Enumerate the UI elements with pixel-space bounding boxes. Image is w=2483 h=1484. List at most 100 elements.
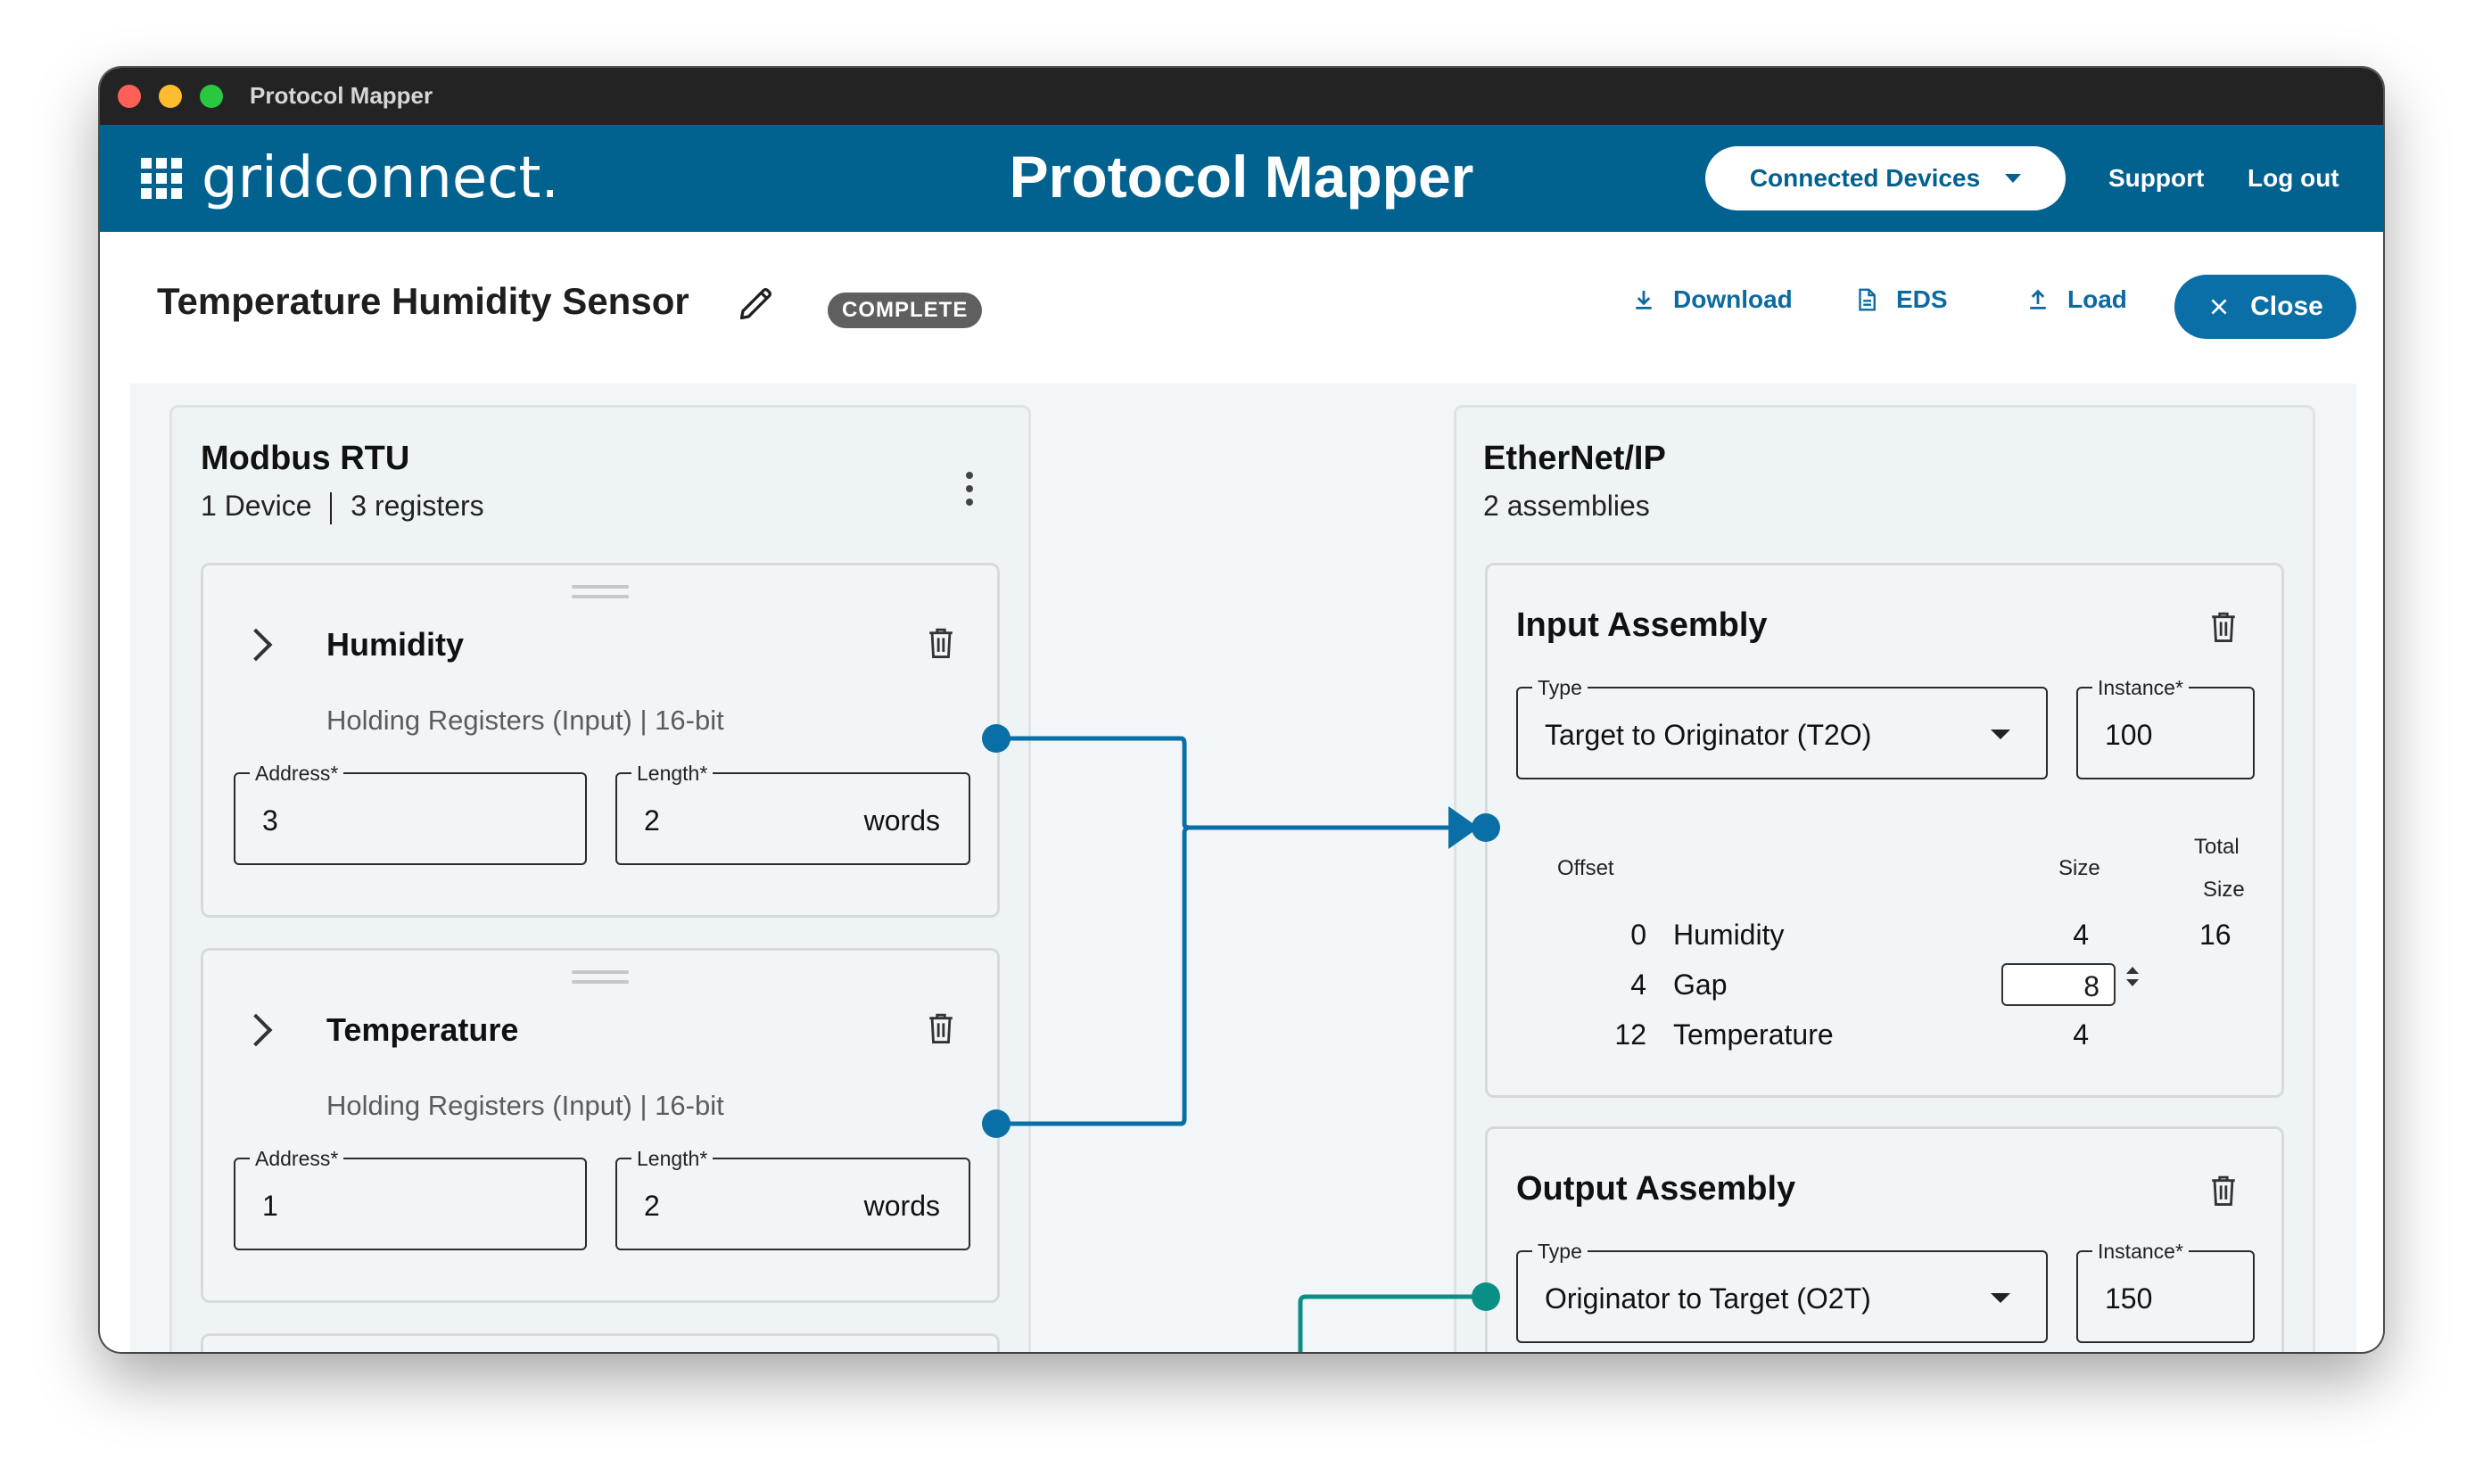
address-field[interactable]: Address* 1 xyxy=(234,1147,587,1250)
app-window: Protocol Mapper gridconnect. Protocol Ma… xyxy=(100,68,2383,1352)
row-offset: 0 xyxy=(1630,919,1646,951)
length-field-label: Length* xyxy=(631,762,714,786)
modbus-register-count: 3 registers xyxy=(351,490,484,522)
register-name: Humidity xyxy=(326,626,465,663)
register-type: Holding Registers (Input) | 16-bit xyxy=(326,705,724,736)
caret-down-icon xyxy=(1991,730,2010,739)
more-options-icon[interactable] xyxy=(966,472,973,512)
row-offset: 12 xyxy=(1614,1018,1646,1051)
instance-value: 100 xyxy=(2105,719,2153,751)
type-value: Target to Originator (T2O) xyxy=(1545,719,1872,751)
address-field-label: Address* xyxy=(250,1147,344,1171)
logout-link[interactable]: Log out xyxy=(2248,164,2339,193)
instance-field[interactable]: Instance* 150 xyxy=(2076,1240,2255,1343)
gap-size-value: 8 xyxy=(2083,970,2099,1002)
modbus-device-count: 1 Device xyxy=(201,490,312,522)
register-name: Temperature xyxy=(326,1011,519,1048)
modbus-panel: Modbus RTU 1 Device 3 registers Humidity… xyxy=(169,405,1031,1352)
length-field[interactable]: Length* 2 words xyxy=(615,762,970,865)
length-field-label: Length* xyxy=(631,1147,714,1171)
connected-devices-label: Connected Devices xyxy=(1749,164,1981,192)
row-size: 4 xyxy=(2073,1018,2089,1051)
type-label: Type xyxy=(1532,1240,1588,1264)
register-card-partial xyxy=(201,1333,1000,1352)
status-badge: COMPLETE xyxy=(828,293,983,328)
instance-value: 150 xyxy=(2105,1282,2153,1315)
assembly-type-select[interactable]: Type Target to Originator (T2O) xyxy=(1516,676,2048,779)
trash-icon[interactable] xyxy=(2208,1174,2239,1208)
stepper-arrows-icon[interactable] xyxy=(2126,967,2139,986)
eds-label: EDS xyxy=(1896,285,1948,313)
maximize-window-button[interactable] xyxy=(200,85,223,108)
ethernet-panel: EtherNet/IP 2 assemblies Input Assembly … xyxy=(1454,405,2315,1352)
input-assembly-card: Input Assembly Type Target to Originator… xyxy=(1485,563,2284,1098)
config-header: Temperature Humidity Sensor COMPLETE Dow… xyxy=(100,232,2383,366)
output-assembly-title: Output Assembly xyxy=(1516,1170,1796,1208)
connected-devices-dropdown[interactable]: Connected Devices xyxy=(1705,146,2066,210)
brand-logo[interactable]: gridconnect. xyxy=(141,145,559,211)
total-size-header-line1: Total xyxy=(2194,835,2240,859)
instance-label: Instance* xyxy=(2092,676,2189,700)
chevron-right-icon[interactable] xyxy=(239,628,273,662)
brand-logo-text: gridconnect. xyxy=(202,145,559,211)
row-name: Temperature xyxy=(1673,1018,1834,1051)
modbus-panel-summary: 1 Device 3 registers xyxy=(201,490,484,524)
eds-button[interactable]: EDS xyxy=(1853,285,1948,314)
close-window-button[interactable] xyxy=(118,85,141,108)
register-card-humidity: Humidity Holding Registers (Input) | 16-… xyxy=(201,563,1000,918)
input-assembly-title: Input Assembly xyxy=(1516,606,1768,644)
close-icon xyxy=(2211,299,2227,315)
download-label: Download xyxy=(1673,285,1793,313)
output-assembly-card: Output Assembly Type Originator to Targe… xyxy=(1485,1126,2284,1352)
close-button[interactable]: Close xyxy=(2174,275,2356,339)
instance-field[interactable]: Instance* 100 xyxy=(2076,676,2255,779)
window-titlebar: Protocol Mapper xyxy=(100,68,2383,125)
address-field-label: Address* xyxy=(250,762,344,786)
load-button[interactable]: Load xyxy=(2025,285,2127,314)
trash-icon[interactable] xyxy=(926,626,956,660)
modbus-panel-title: Modbus RTU xyxy=(201,440,410,477)
address-field-value: 1 xyxy=(262,1190,278,1222)
total-size-value: 16 xyxy=(2199,919,2231,951)
load-label: Load xyxy=(2067,285,2127,313)
download-button[interactable]: Download xyxy=(1630,285,1793,314)
caret-down-icon xyxy=(1991,1293,2010,1303)
address-field[interactable]: Address* 3 xyxy=(234,762,587,865)
length-field[interactable]: Length* 2 words xyxy=(615,1147,970,1250)
config-title: Temperature Humidity Sensor xyxy=(157,280,689,322)
assembly-type-select[interactable]: Type Originator to Target (O2T) xyxy=(1516,1240,2048,1343)
type-label: Type xyxy=(1532,676,1588,700)
length-field-value: 2 xyxy=(644,804,660,837)
type-value: Originator to Target (O2T) xyxy=(1545,1282,1871,1315)
minimize-window-button[interactable] xyxy=(159,85,182,108)
drag-handle-icon[interactable] xyxy=(572,970,629,990)
ethernet-panel-title: EtherNet/IP xyxy=(1483,440,1666,477)
summary-divider xyxy=(330,491,333,524)
chevron-right-icon[interactable] xyxy=(239,1013,273,1047)
upload-icon xyxy=(2030,289,2046,309)
trash-icon[interactable] xyxy=(926,1011,956,1045)
gap-size-input[interactable]: 8 xyxy=(2001,963,2116,1006)
row-size: 4 xyxy=(2073,919,2089,951)
drag-handle-icon[interactable] xyxy=(572,585,629,605)
address-field-value: 3 xyxy=(262,804,278,837)
grid-logo-icon xyxy=(141,158,182,199)
offset-column-header: Offset xyxy=(1557,856,1614,880)
caret-down-icon xyxy=(2005,174,2022,183)
trash-icon[interactable] xyxy=(2208,610,2239,644)
ethernet-panel-summary: 2 assemblies xyxy=(1483,490,1650,522)
total-size-header-line2: Size xyxy=(2203,878,2245,902)
row-offset: 4 xyxy=(1630,969,1646,1001)
download-icon xyxy=(1636,291,1652,309)
document-icon xyxy=(1859,288,1876,311)
size-column-header: Size xyxy=(2058,856,2100,880)
register-card-temperature: Temperature Holding Registers (Input) | … xyxy=(201,948,1000,1303)
row-name: Humidity xyxy=(1673,919,1785,951)
row-name: Gap xyxy=(1673,969,1728,1001)
support-link[interactable]: Support xyxy=(2108,164,2204,193)
length-unit: words xyxy=(863,804,940,837)
window-title: Protocol Mapper xyxy=(250,82,433,109)
register-type: Holding Registers (Input) | 16-bit xyxy=(326,1090,724,1121)
edit-pencil-icon[interactable] xyxy=(737,284,776,323)
instance-label: Instance* xyxy=(2092,1240,2189,1264)
